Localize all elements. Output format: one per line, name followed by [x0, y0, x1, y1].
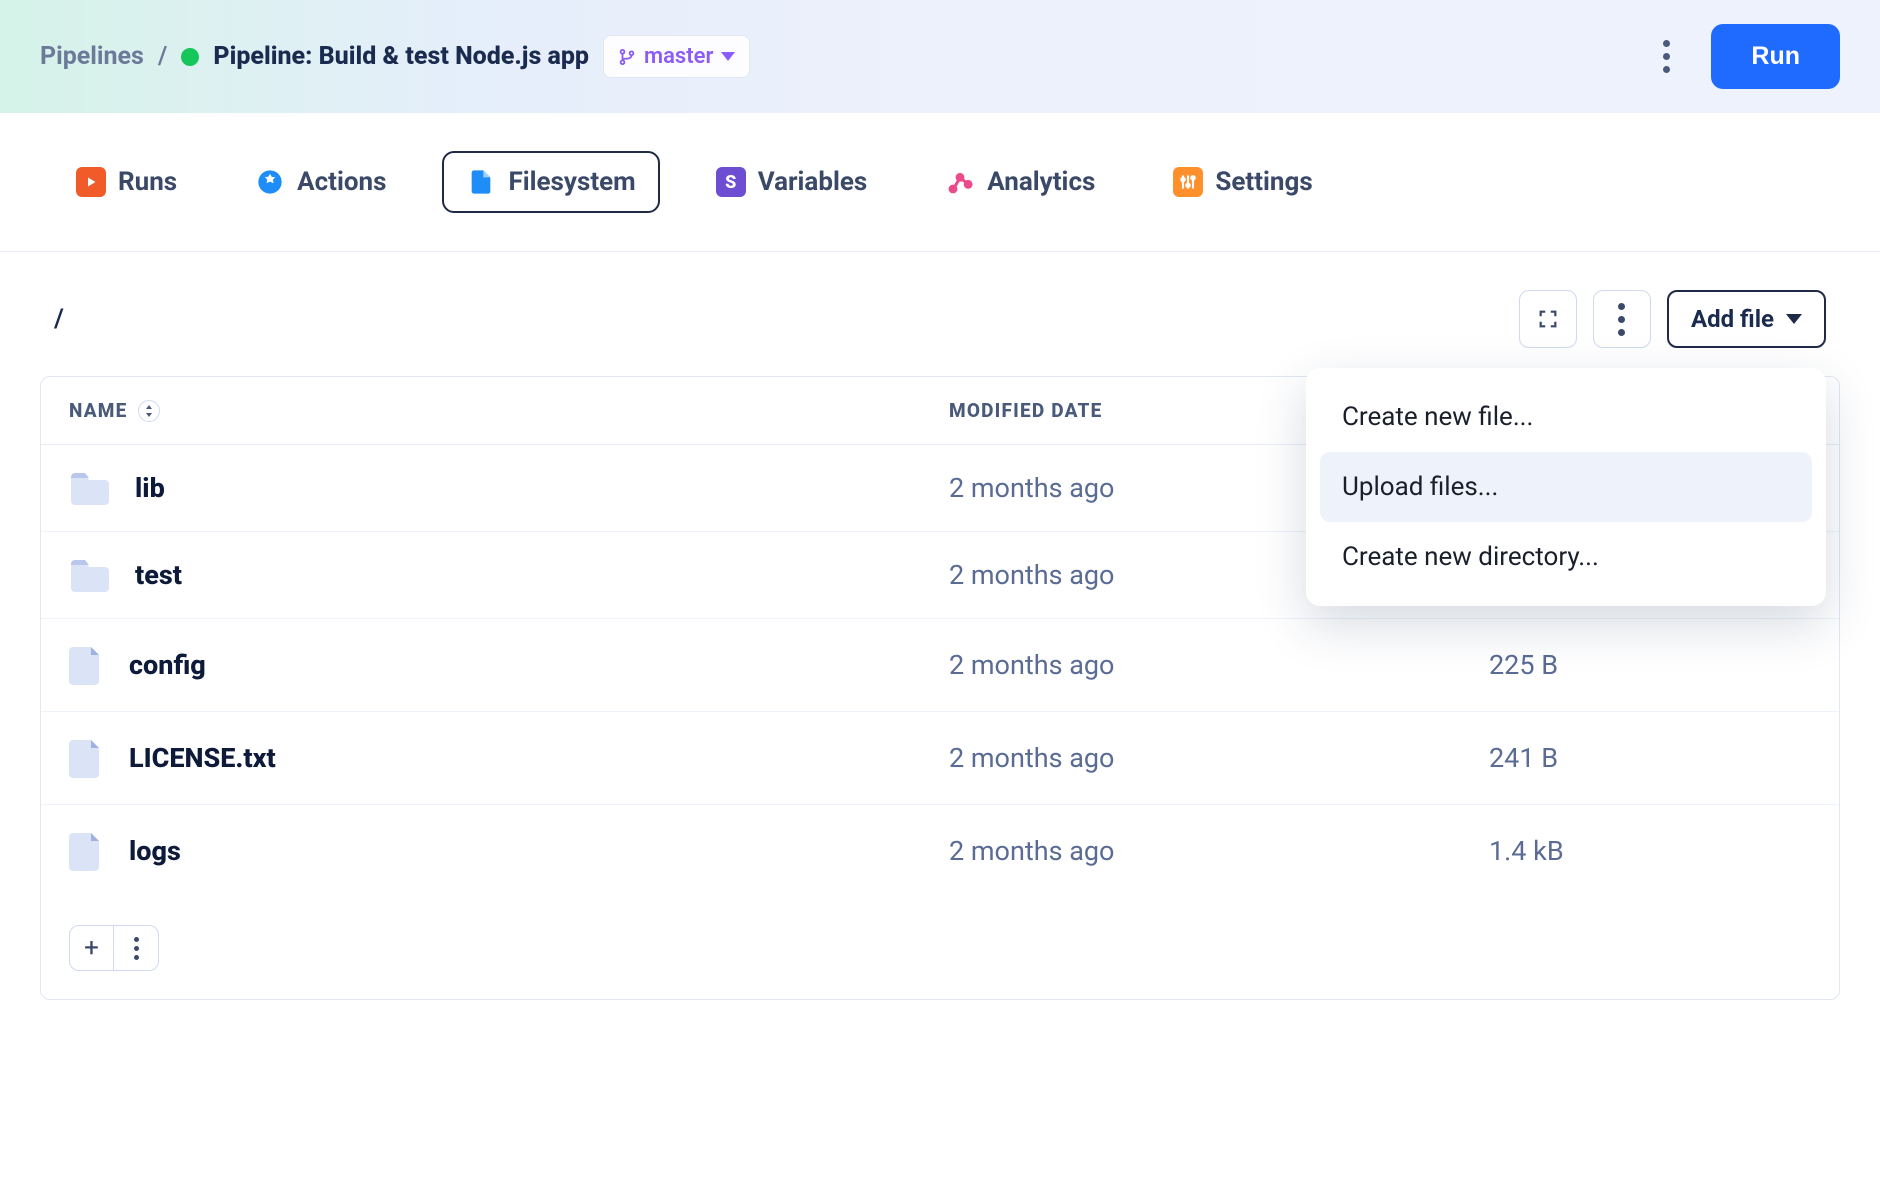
kebab-icon — [1663, 40, 1670, 73]
plus-icon: + — [84, 933, 99, 963]
footer-more-button[interactable] — [114, 926, 158, 970]
header-left: Pipelines / Pipeline: Build & test Node.… — [40, 35, 750, 78]
file-name: LICENSE.txt — [129, 742, 276, 774]
cell-name: logs — [69, 831, 949, 871]
runs-icon — [76, 167, 106, 197]
variables-icon: S — [716, 167, 746, 197]
dropdown-item-create-directory[interactable]: Create new directory... — [1320, 522, 1812, 592]
header-right: Run — [1643, 24, 1840, 89]
kebab-icon — [1618, 303, 1625, 336]
chevron-down-icon — [1786, 314, 1802, 324]
tab-analytics[interactable]: Analytics — [923, 153, 1117, 211]
cell-modified: 2 months ago — [949, 649, 1369, 681]
folder-icon — [69, 558, 109, 592]
cell-name: test — [69, 558, 949, 592]
add-file-label: Add file — [1691, 305, 1774, 333]
breadcrumb-separator: / — [158, 42, 168, 71]
tab-runs-label: Runs — [118, 167, 177, 197]
table-row[interactable]: config 2 months ago225 B — [41, 619, 1839, 712]
tab-settings[interactable]: Settings — [1151, 153, 1334, 211]
cell-name: lib — [69, 471, 949, 505]
sort-icon[interactable] — [138, 400, 160, 422]
expand-icon — [1537, 308, 1559, 330]
cell-name: config — [69, 645, 949, 685]
tab-runs[interactable]: Runs — [54, 153, 199, 211]
breadcrumb-root[interactable]: Pipelines — [40, 42, 144, 71]
footer-add-button[interactable]: + — [70, 926, 114, 970]
branch-label: master — [644, 44, 713, 69]
branch-icon — [618, 48, 636, 66]
expand-button[interactable] — [1519, 290, 1577, 348]
column-header-name[interactable]: NAME — [69, 399, 949, 422]
path-breadcrumb[interactable]: / — [54, 304, 64, 334]
add-file-button[interactable]: Add file — [1667, 290, 1826, 348]
tab-variables[interactable]: S Variables — [694, 153, 890, 211]
cell-size: 225 B — [1369, 649, 1811, 681]
tab-filesystem-label: Filesystem — [508, 167, 635, 197]
run-button[interactable]: Run — [1711, 24, 1840, 89]
app-header: Pipelines / Pipeline: Build & test Node.… — [0, 0, 1880, 113]
header-more-button[interactable] — [1643, 34, 1689, 80]
dropdown-item-create-file[interactable]: Create new file... — [1320, 382, 1812, 452]
tab-settings-label: Settings — [1215, 167, 1312, 197]
tab-actions[interactable]: Actions — [233, 153, 408, 211]
file-icon — [69, 831, 103, 871]
sliders-icon — [1173, 167, 1203, 197]
column-header-name-label: NAME — [69, 399, 128, 422]
toolbar-more-button[interactable] — [1593, 290, 1651, 348]
file-name: lib — [135, 472, 165, 504]
file-name: test — [135, 559, 182, 591]
kebab-icon — [134, 937, 139, 960]
tab-filesystem[interactable]: Filesystem — [442, 151, 659, 213]
folder-icon — [69, 471, 109, 505]
pipeline-title[interactable]: Pipeline: Build & test Node.js app — [213, 42, 589, 71]
dropdown-item-upload-files[interactable]: Upload files... — [1320, 452, 1812, 522]
toolbar-right: Add file Create new file... Upload files… — [1519, 290, 1826, 348]
filesystem-toolbar: / Add file Create new file... Upload fil… — [0, 252, 1880, 358]
analytics-icon — [945, 167, 975, 197]
tab-variables-label: Variables — [758, 167, 868, 197]
chevron-down-icon — [721, 52, 735, 61]
cell-size: 241 B — [1369, 742, 1811, 774]
tabs-bar: Runs Actions Filesystem S Variables Anal… — [0, 113, 1880, 252]
cell-size: 1.4 kB — [1369, 835, 1811, 867]
cell-name: LICENSE.txt — [69, 738, 949, 778]
tab-analytics-label: Analytics — [987, 167, 1095, 197]
file-name: logs — [129, 835, 181, 867]
table-row[interactable]: LICENSE.txt 2 months ago241 B — [41, 712, 1839, 805]
file-icon — [69, 645, 103, 685]
branch-selector[interactable]: master — [603, 35, 750, 78]
gear-icon — [255, 167, 285, 197]
table-footer-actions: + — [69, 925, 159, 971]
status-dot-icon — [181, 48, 199, 66]
file-name: config — [129, 649, 206, 681]
table-row[interactable]: logs 2 months ago1.4 kB — [41, 805, 1839, 897]
file-icon — [69, 738, 103, 778]
cell-modified: 2 months ago — [949, 742, 1369, 774]
tab-actions-label: Actions — [297, 167, 386, 197]
add-file-dropdown: Create new file... Upload files... Creat… — [1306, 368, 1826, 606]
file-icon — [466, 167, 496, 197]
cell-modified: 2 months ago — [949, 835, 1369, 867]
